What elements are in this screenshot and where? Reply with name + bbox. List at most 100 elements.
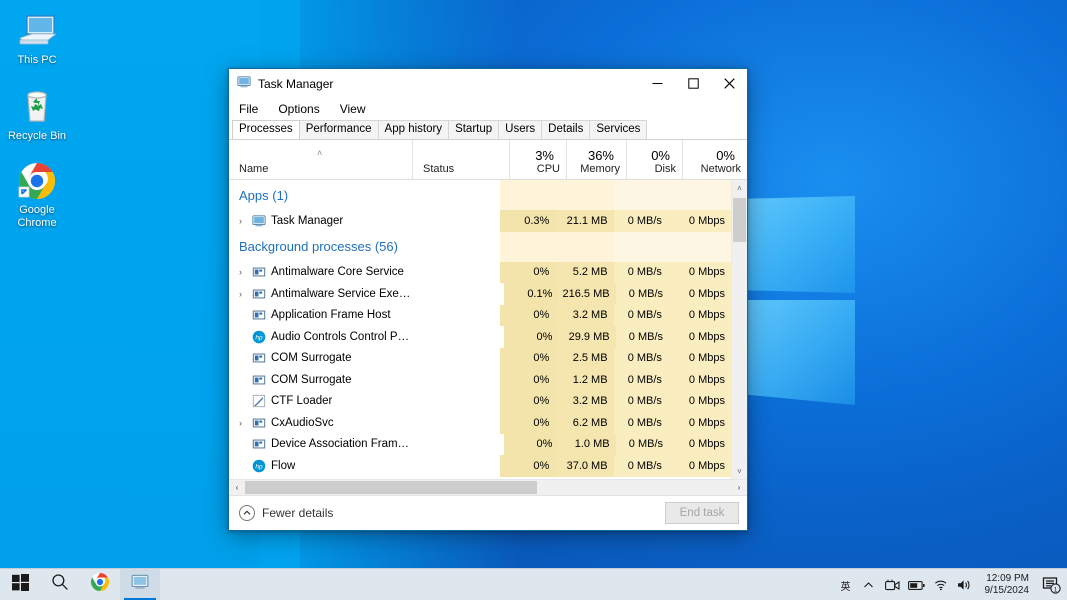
chevron-right-icon[interactable]: › (234, 289, 247, 299)
process-status-cell (412, 434, 504, 456)
process-name-cell: CTF Loader (229, 391, 406, 413)
taskbar-chrome-button[interactable] (80, 569, 120, 600)
column-header-cpu[interactable]: 3% CPU (509, 140, 566, 179)
process-row[interactable]: › Antimalware Service Executable 0.1%216.5… (229, 283, 731, 305)
notification-center-button[interactable]: 1 (1037, 575, 1067, 595)
process-row[interactable]: COM Surrogate 0% 1.2 MB 0 MB/s 0 Mbps (229, 369, 731, 391)
maximize-button[interactable] (675, 69, 711, 98)
process-memory-cell: 37.0 MB (555, 455, 614, 477)
desktop-icon-google-chrome[interactable]: Google Chrome (0, 158, 74, 230)
taskbar-task-manager-button[interactable] (120, 569, 160, 600)
tab-app-history[interactable]: App history (377, 120, 450, 139)
meet-now-icon[interactable] (881, 579, 905, 592)
process-cpu-cell: 0% (500, 304, 556, 326)
tab-details[interactable]: Details (541, 120, 591, 139)
process-disk-cell: 0 MB/s (615, 433, 670, 455)
chevron-right-icon[interactable]: › (234, 216, 247, 226)
tab-performance[interactable]: Performance (298, 120, 379, 139)
process-name-cell: › Antimalware Service Executable (229, 283, 412, 305)
horizontal-scroll-thumb[interactable] (245, 481, 537, 494)
process-row[interactable]: › Task Manager 0.3% 21.1 MB 0 MB/s 0 Mbps (229, 210, 731, 232)
battery-icon[interactable] (905, 580, 929, 591)
start-button[interactable] (0, 569, 40, 600)
column-header-disk[interactable]: 0% Disk (626, 140, 682, 179)
process-row[interactable]: Application Frame Host 0% 3.2 MB 0 MB/s 0 Mb… (229, 304, 731, 327)
fewer-details-button[interactable]: Fewer details (239, 505, 333, 521)
desktop-icon-this-pc[interactable]: This PC (0, 8, 74, 67)
process-name-cell: › CxAudioSvc (229, 412, 406, 434)
process-group-header[interactable]: Background processes (56) (229, 231, 731, 262)
process-name-label: Flow (271, 459, 296, 472)
scroll-left-button[interactable]: ‹ (229, 480, 245, 495)
horizontal-scroll-track[interactable] (245, 480, 731, 495)
chevron-up-circle-icon (239, 505, 255, 521)
process-disk-cell: 0 MB/s (613, 455, 668, 477)
task-manager-window[interactable]: Task Manager File Options View Processes… (228, 68, 748, 531)
process-disk-cell: 0 MB/s (613, 412, 668, 434)
chrome-icon (90, 572, 110, 597)
tab-services[interactable]: Services (589, 120, 648, 139)
process-list-area: Apps (1) › Task Manager 0.3% 21.1 MB 0 MB/s 0 … (229, 180, 747, 479)
column-header-name[interactable]: ˄ Name (229, 140, 412, 179)
process-disk-cell: 0 MB/s (615, 326, 670, 348)
close-button[interactable] (711, 69, 747, 98)
vertical-scroll-track[interactable] (732, 196, 747, 463)
chevron-right-icon[interactable]: › (234, 418, 247, 428)
column-header-network[interactable]: 0% Network (682, 140, 747, 179)
scroll-right-button[interactable]: › (731, 480, 747, 495)
process-row[interactable]: hp Flow 0% 37.0 MB 0 MB/s 0 Mbps (229, 455, 731, 477)
ctf-loader-icon (251, 393, 267, 409)
process-status-cell (406, 305, 500, 327)
process-group-title: Apps (1) (239, 187, 289, 203)
desktop-icon-recycle-bin[interactable]: Recycle Bin (0, 84, 74, 143)
process-row[interactable]: hp Audio Controls Control Panel 0% 29.9 MB 0… (229, 326, 731, 348)
group-mem-cell (555, 180, 614, 210)
process-disk-cell: 0 MB/s (613, 347, 668, 369)
window-title: Task Manager (258, 76, 334, 91)
tab-users[interactable]: Users (498, 120, 543, 139)
process-memory-cell: 5.2 MB (555, 261, 614, 283)
chevron-right-icon[interactable]: › (234, 267, 247, 277)
tab-strip: Processes Performance App history Startu… (229, 119, 747, 140)
menu-view[interactable]: View (337, 101, 369, 117)
taskbar[interactable]: 英 12:09 PM 9/15/2024 1 (0, 568, 1067, 600)
horizontal-scrollbar[interactable]: ‹ › (229, 479, 747, 495)
generic-process-icon (251, 372, 267, 388)
process-row[interactable]: COM Surrogate 0% 2.5 MB 0 MB/s 0 Mbps (229, 347, 731, 369)
group-disk-cell (613, 231, 668, 262)
chevron-up-icon[interactable] (857, 580, 881, 591)
process-list[interactable]: Apps (1) › Task Manager 0.3% 21.1 MB 0 MB/s 0 … (229, 180, 731, 479)
process-name-label: Device Association Framework ... (271, 438, 412, 451)
vertical-scrollbar[interactable]: ˄ ˅ (731, 180, 747, 479)
process-row[interactable]: › Antimalware Core Service 0% 5.2 MB 0 MB/s 0… (229, 261, 731, 283)
column-header-status[interactable]: Status (412, 140, 509, 179)
clock[interactable]: 12:09 PM 9/15/2024 (977, 569, 1038, 600)
process-row[interactable]: › CxAudioSvc 0% 6.2 MB 0 MB/s 0 Mbps (229, 412, 731, 434)
process-name-label: Task Manager (271, 214, 344, 227)
column-header-memory[interactable]: 36% Memory (566, 140, 626, 179)
minimize-button[interactable] (639, 69, 675, 98)
window-titlebar[interactable]: Task Manager (229, 69, 747, 98)
menu-options[interactable]: Options (275, 101, 322, 117)
scroll-up-button[interactable]: ˄ (732, 180, 747, 196)
generic-process-icon (251, 286, 267, 302)
process-cpu-cell: 0% (500, 369, 556, 391)
search-button[interactable] (40, 569, 80, 600)
system-tray: 英 12:09 PM 9/15/2024 1 (835, 569, 1067, 600)
volume-icon[interactable] (953, 579, 977, 591)
tab-startup[interactable]: Startup (448, 120, 500, 139)
task-manager-icon (237, 75, 251, 92)
menu-file[interactable]: File (236, 101, 261, 117)
process-group-header[interactable]: Apps (1) (229, 180, 731, 210)
group-disk-cell (613, 180, 668, 210)
ime-indicator[interactable]: 英 (835, 578, 857, 593)
wifi-icon[interactable] (929, 579, 953, 591)
computer-icon (0, 8, 74, 54)
process-name-label: CxAudioSvc (271, 416, 334, 429)
scroll-down-button[interactable]: ˅ (732, 463, 747, 479)
process-row[interactable]: Device Association Framework ... 0%1.0 MB… (229, 433, 731, 456)
end-task-button[interactable]: End task (665, 502, 739, 524)
vertical-scroll-thumb[interactable] (733, 198, 746, 242)
process-row[interactable]: CTF Loader 0% 3.2 MB 0 MB/s 0 Mbps (229, 390, 731, 413)
tab-processes[interactable]: Processes (232, 120, 300, 139)
